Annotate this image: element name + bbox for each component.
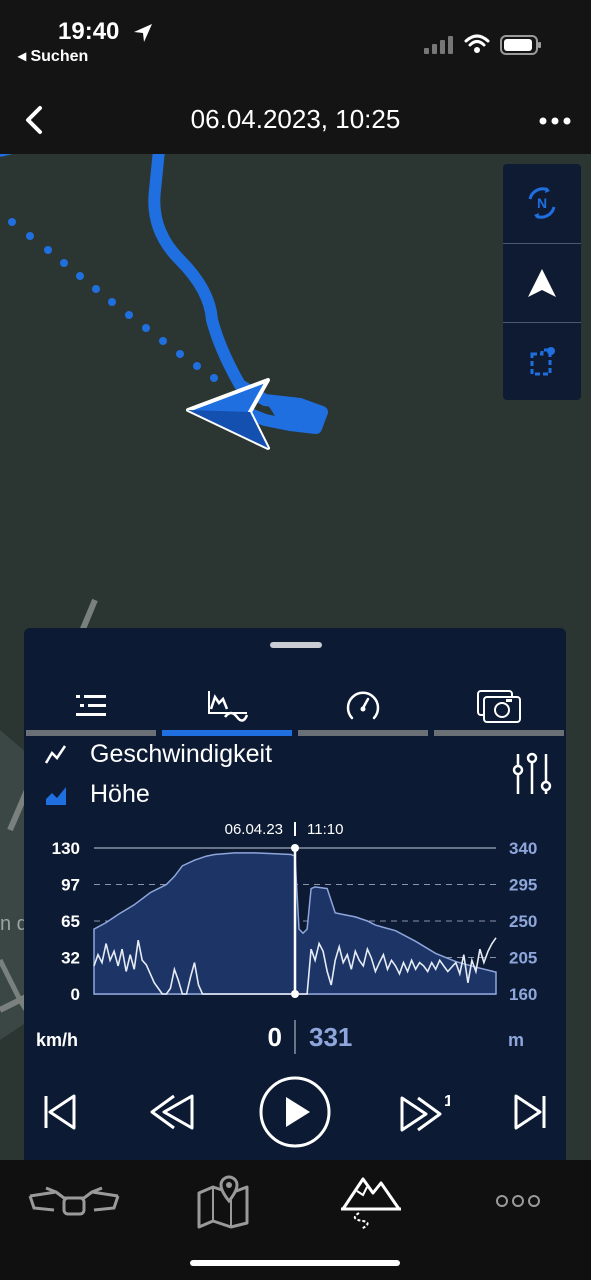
- legend-elevation: Höhe: [44, 780, 150, 809]
- tab-speedometer[interactable]: [296, 676, 430, 736]
- play-button[interactable]: [258, 1076, 332, 1148]
- y-right-tick-label: 205: [509, 949, 537, 968]
- cursor-elevation-value: 331: [309, 1022, 353, 1052]
- y-left-tick-label: 0: [71, 985, 80, 1004]
- more-dots-icon: [496, 1195, 540, 1207]
- compass-north-icon: N: [528, 187, 556, 219]
- mountain-trips-icon: [341, 1177, 401, 1230]
- play-icon: [259, 1076, 331, 1148]
- svg-text:N: N: [537, 195, 547, 211]
- y-right-tick-label: 340: [509, 839, 537, 858]
- fast-forward-multiplier: 1: [444, 1093, 450, 1110]
- camera-icon: [477, 690, 521, 723]
- cursor-date-label: 06.04.23: [225, 821, 283, 838]
- nav-trips[interactable]: [336, 1166, 406, 1236]
- y-left-tick-label: 97: [61, 876, 80, 895]
- value-divider: [294, 1020, 296, 1054]
- route-area-icon: [530, 347, 555, 376]
- fast-forward-icon: 1: [400, 1093, 450, 1132]
- header-bar: 06.04.2023, 10:25: [0, 88, 591, 154]
- speed-line-icon: [44, 744, 67, 764]
- skip-to-start-button[interactable]: [34, 1076, 86, 1148]
- chart-wave-icon: [208, 691, 249, 722]
- cursor-top-dot: [291, 844, 299, 852]
- wifi-icon: [464, 34, 490, 53]
- compass-north-button[interactable]: N: [503, 164, 581, 242]
- more-options-icon[interactable]: [535, 106, 575, 136]
- skip-to-end-icon: [514, 1094, 546, 1130]
- y-right-tick-label: 250: [509, 912, 537, 931]
- y-left-ticks: 130 97 65 32 0: [52, 839, 80, 1004]
- battery-icon: [500, 35, 541, 55]
- cursor-bottom-dot: [291, 990, 299, 998]
- map-tools: N: [503, 164, 581, 400]
- navigation-arrow-icon: [528, 269, 556, 297]
- legend-speed: Geschwindigkeit: [44, 740, 272, 769]
- motorcycle-handlebar-icon: [28, 1186, 120, 1216]
- rewind-icon: [150, 1094, 194, 1130]
- fast-forward-button[interactable]: 1: [394, 1076, 454, 1148]
- route-area-button[interactable]: [503, 322, 581, 401]
- navigation-arrow-button[interactable]: [503, 243, 581, 322]
- legend-speed-label: Geschwindigkeit: [90, 740, 273, 768]
- y-right-tick-label: 160: [509, 985, 537, 1004]
- rewind-button[interactable]: [142, 1076, 202, 1148]
- back-to-app-link[interactable]: ◂ Suchen: [18, 46, 88, 66]
- status-time: 19:40: [58, 18, 120, 45]
- list-icon: [76, 695, 106, 716]
- tab-list[interactable]: [24, 676, 158, 736]
- elevation-area-icon: [46, 786, 66, 805]
- y-right-ticks: 340 295 250 205 160: [509, 839, 537, 1004]
- speed-elevation-chart[interactable]: 130 97 65 32 0 340 295 250 205 160 06.04.23 11:10: [24, 814, 566, 1014]
- legend-elevation-label: Höhe: [90, 780, 150, 808]
- status-bar: 19:40 ◂ Suchen: [0, 0, 591, 88]
- map-icon: [197, 1175, 249, 1229]
- skip-to-start-icon: [44, 1094, 76, 1130]
- speed-unit: km/h: [36, 1030, 79, 1050]
- panel-tabs: [24, 676, 566, 736]
- tab-chart[interactable]: [160, 676, 294, 736]
- y-left-tick-label: 65: [61, 912, 80, 931]
- y-left-tick-label: 32: [61, 949, 80, 968]
- location-arrow-icon: [134, 24, 152, 42]
- chart-settings-icon[interactable]: [510, 750, 554, 798]
- y-left-tick-label: 130: [52, 839, 80, 858]
- y-right-tick-label: 295: [509, 876, 537, 895]
- nav-map[interactable]: [192, 1166, 254, 1236]
- speedometer-icon: [346, 691, 380, 720]
- skip-to-end-button[interactable]: [506, 1076, 554, 1148]
- tab-photos[interactable]: [432, 676, 566, 736]
- page-title: 06.04.2023, 10:25: [190, 104, 401, 134]
- nav-more[interactable]: [490, 1166, 546, 1236]
- trip-panel: Geschwindigkeit Höhe 130 97 65 32 0 340 295 25…: [24, 628, 566, 1160]
- cursor-speed-value: 0: [267, 1022, 282, 1052]
- elevation-unit: m: [508, 1030, 525, 1050]
- cellular-signal-icon: [424, 36, 453, 54]
- cursor-time-label: 11:10: [307, 821, 343, 838]
- drag-handle[interactable]: [270, 642, 322, 648]
- nav-motorcycle[interactable]: [22, 1166, 126, 1236]
- home-indicator: [190, 1260, 400, 1266]
